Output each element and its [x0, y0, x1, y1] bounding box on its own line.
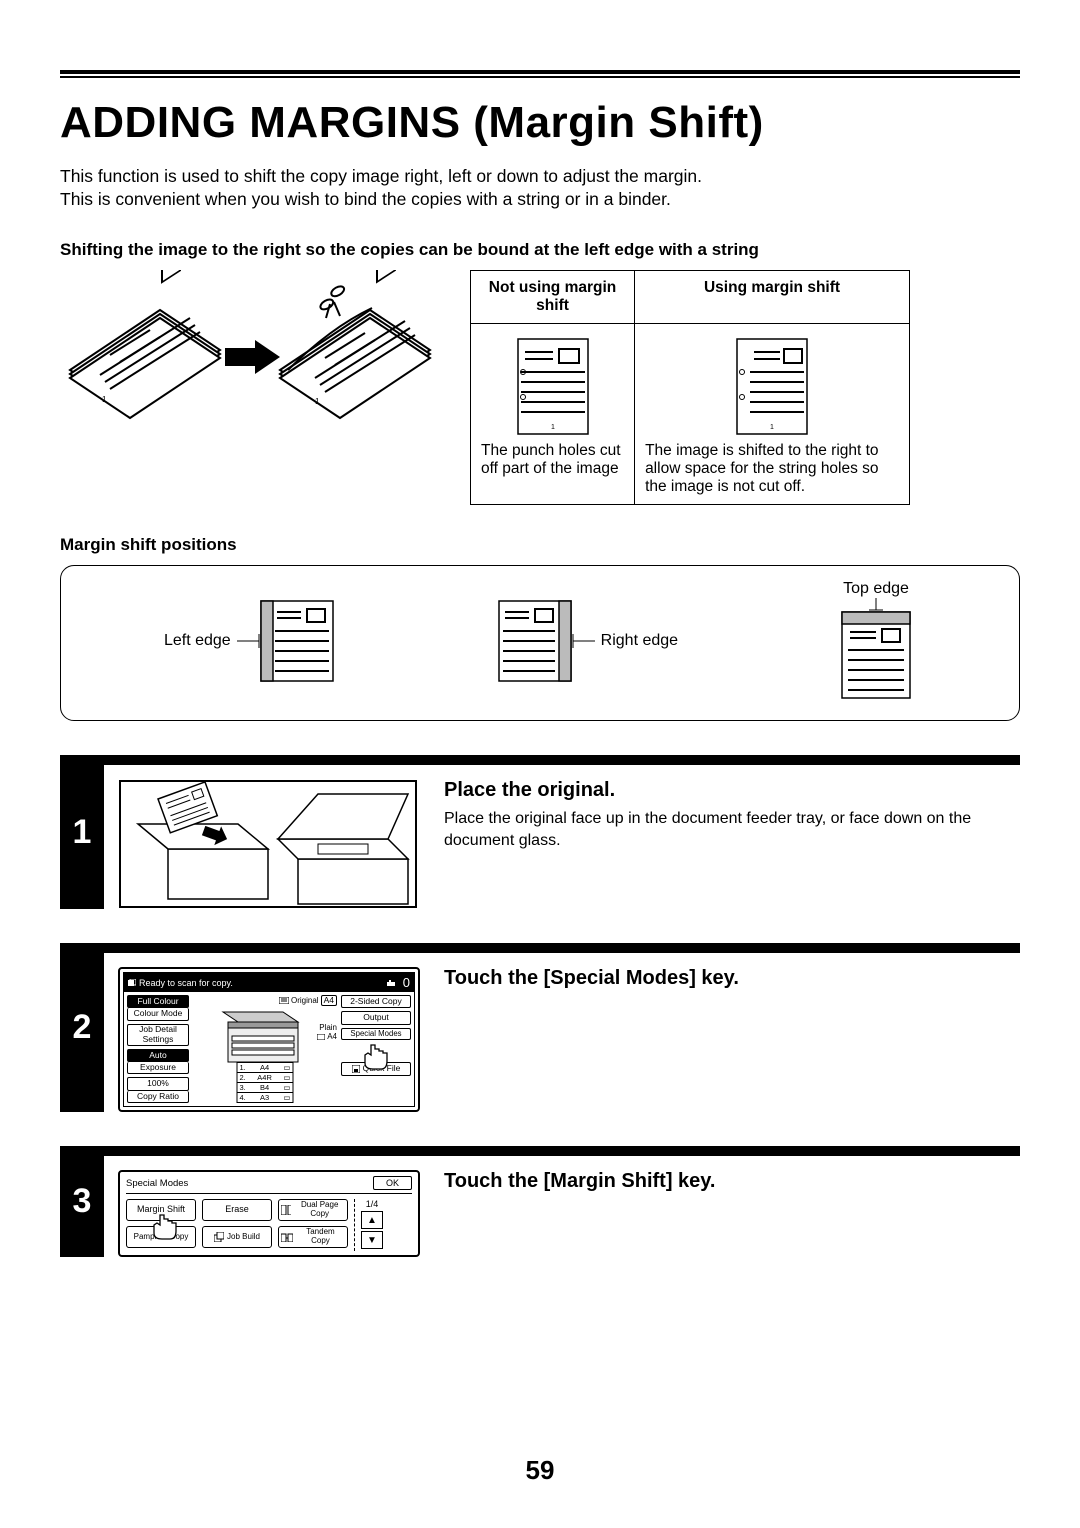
- intro-line-2: This is convenient when you wish to bind…: [60, 189, 1020, 210]
- original-label: Original: [291, 996, 319, 1005]
- svg-text:1: 1: [770, 424, 774, 431]
- positions-heading: Margin shift positions: [60, 535, 1020, 555]
- col-not-using: Not using margin shift: [471, 271, 635, 324]
- step-1-text: Place the original face up in the docume…: [444, 808, 1020, 851]
- page-number: 59: [0, 1455, 1080, 1486]
- svg-text:1: 1: [102, 395, 107, 404]
- output-button[interactable]: Output: [341, 1011, 411, 1024]
- step-2: 2 Ready to scan for copy.: [60, 943, 1020, 1112]
- comparison-table: Not using margin shift Using margin shif…: [470, 270, 910, 505]
- right-edge-label: Right edge: [601, 632, 678, 650]
- example-subheading: Shifting the image to the right so the c…: [60, 240, 1020, 260]
- step-2-panel: Ready to scan for copy. 0: [104, 967, 444, 1112]
- step-3-panel: Special Modes OK Margin Shift Erase: [104, 1170, 444, 1257]
- binding-illustration: 1 1: [60, 270, 440, 430]
- intro-block: This function is used to shift the copy …: [60, 166, 1020, 210]
- page-up-button[interactable]: ▲: [361, 1211, 383, 1229]
- step-1-number: 1: [60, 755, 104, 909]
- not-using-illu: 1: [481, 332, 624, 442]
- dual-page-button[interactable]: Dual Page Copy: [278, 1199, 348, 1221]
- step-3-title: Touch the [Margin Shift] key.: [444, 1170, 715, 1193]
- page-indicator: 1/4: [361, 1199, 383, 1209]
- using-illu: 1: [645, 332, 899, 442]
- exposure-label: Exposure: [127, 1062, 189, 1074]
- step-2-number: 2: [60, 943, 104, 1112]
- colour-mode-label: Colour Mode: [127, 1008, 189, 1020]
- step-3-number: 3: [60, 1146, 104, 1257]
- hand-mini-icon: [385, 978, 397, 988]
- hand-pointer-icon: [148, 1213, 182, 1243]
- sm-title: Special Modes: [126, 1178, 188, 1189]
- intro-line-1: This function is used to shift the copy …: [60, 166, 1020, 187]
- two-sided-button[interactable]: 2-Sided Copy: [341, 995, 411, 1008]
- auto-button[interactable]: Auto: [127, 1049, 189, 1062]
- tandem-button[interactable]: Tandem Copy: [278, 1226, 348, 1248]
- page-down-button[interactable]: ▼: [361, 1231, 383, 1249]
- ratio-button[interactable]: 100%: [127, 1077, 189, 1090]
- step-3: 3 Special Modes OK Margin Shift: [60, 1146, 1020, 1257]
- svg-text:1: 1: [551, 424, 555, 431]
- plain-label: Plain: [317, 1023, 337, 1032]
- job-detail-button[interactable]: Job Detail Settings: [127, 1024, 189, 1046]
- erase-button[interactable]: Erase: [202, 1199, 272, 1221]
- step-2-title: Touch the [Special Modes] key.: [444, 967, 739, 990]
- copy-ratio-label: Copy Ratio: [127, 1091, 189, 1103]
- special-modes-button[interactable]: Special Modes: [341, 1028, 411, 1041]
- page-title: ADDING MARGINS (Margin Shift): [60, 98, 1020, 148]
- not-using-caption: The punch holes cut off part of the imag…: [481, 442, 624, 478]
- page-mini-icon: [279, 997, 289, 1004]
- step-1: 1: [60, 755, 1020, 909]
- positions-box: Left edge: [60, 565, 1020, 721]
- tray-size: A4: [327, 1032, 337, 1041]
- step-1-illustration: [104, 779, 444, 909]
- left-edge-label: Left edge: [164, 632, 231, 650]
- panel-status: Ready to scan for copy.: [139, 978, 233, 988]
- ok-button[interactable]: OK: [373, 1176, 412, 1190]
- full-colour-button[interactable]: Full Colour: [127, 995, 189, 1008]
- job-build-button[interactable]: Job Build: [202, 1226, 272, 1248]
- using-caption: The image is shifted to the right to all…: [645, 442, 899, 496]
- hand-pointer-icon: [359, 1043, 393, 1073]
- svg-text:1: 1: [315, 397, 320, 406]
- panel-count: 0: [403, 975, 410, 990]
- top-edge-label: Top edge: [843, 580, 909, 598]
- col-using: Using margin shift: [635, 271, 910, 324]
- original-size[interactable]: A4: [321, 995, 337, 1006]
- rule-double: [60, 70, 1020, 78]
- step-1-title: Place the original.: [444, 779, 1020, 802]
